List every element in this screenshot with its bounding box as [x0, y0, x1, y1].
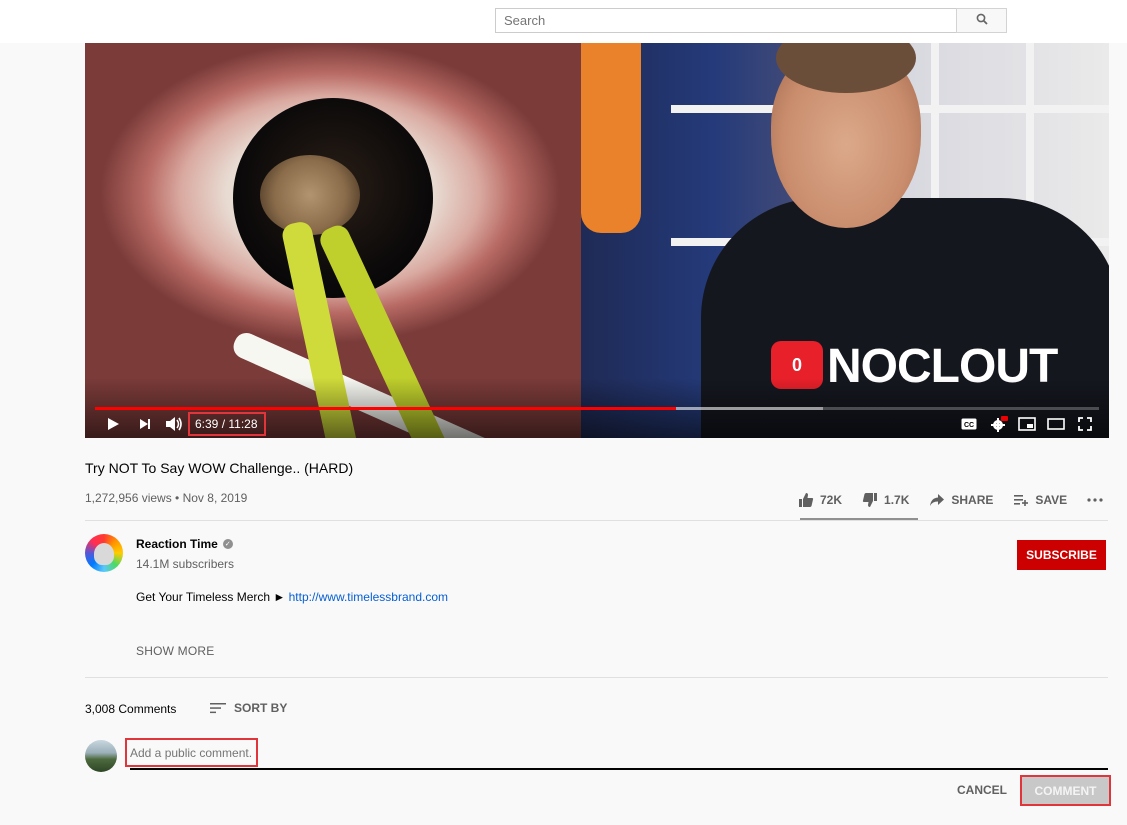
- miniplayer-icon: [1018, 417, 1036, 431]
- dislike-button[interactable]: 1.7K: [862, 492, 909, 508]
- show-more-button[interactable]: SHOW MORE: [136, 644, 214, 658]
- progress-fill: [95, 407, 677, 410]
- like-button[interactable]: 72K: [798, 492, 842, 508]
- svg-text:CC: CC: [964, 422, 974, 429]
- thumbs-down-icon: [862, 493, 878, 507]
- cancel-button[interactable]: CANCEL: [950, 777, 1014, 803]
- theater-icon: [1047, 418, 1065, 430]
- verified-icon: ✓: [222, 539, 233, 549]
- progress-bar[interactable]: [95, 407, 1099, 410]
- playlist-add-icon: [1014, 495, 1029, 506]
- search-button[interactable]: [956, 8, 1007, 33]
- subscribe-button[interactable]: SUBSCRIBE: [1017, 540, 1106, 570]
- share-label: SHARE: [951, 493, 994, 507]
- save-button[interactable]: SAVE: [1013, 493, 1067, 507]
- comment-submit-button[interactable]: COMMENT: [1020, 775, 1111, 806]
- comment-input-underline: [130, 768, 1108, 770]
- user-avatar: [85, 740, 117, 772]
- video-meta: 1,272,956 views • Nov 8, 2019: [85, 491, 248, 505]
- channel-name[interactable]: Reaction Time: [136, 537, 218, 551]
- sort-icon: [210, 703, 226, 714]
- gear-icon: [991, 416, 1008, 432]
- volume-icon: [166, 417, 182, 431]
- divider: [85, 520, 1108, 521]
- volume-button[interactable]: [163, 414, 185, 434]
- share-icon: [930, 494, 945, 506]
- save-label: SAVE: [1035, 493, 1068, 507]
- like-count: 72K: [820, 493, 843, 507]
- play-button[interactable]: [103, 414, 123, 434]
- search-icon: [976, 12, 988, 30]
- theater-button[interactable]: [1045, 414, 1067, 434]
- thumbs-up-icon: [799, 493, 814, 507]
- fullscreen-icon: [1078, 417, 1092, 431]
- time-display: 6:39 / 11:28: [188, 412, 266, 436]
- comment-input[interactable]: [125, 738, 258, 767]
- subscriber-count: 14.1M subscribers: [136, 557, 235, 571]
- search-input[interactable]: [495, 8, 956, 33]
- description-link[interactable]: http://www.timelessbrand.com: [289, 590, 448, 604]
- fullscreen-button[interactable]: [1075, 414, 1095, 434]
- search-box: [495, 8, 1007, 33]
- play-icon: [108, 418, 119, 430]
- comments-count: 3,008 Comments: [85, 702, 177, 716]
- sort-by-button[interactable]: SORT BY: [210, 701, 287, 715]
- captions-button[interactable]: CC: [960, 414, 978, 434]
- video-actions: 72K 1.7K SHARE SAVE: [798, 490, 1123, 510]
- divider: [85, 677, 1108, 678]
- channel-avatar[interactable]: [85, 534, 123, 572]
- channel-name-row: Reaction Time ✓: [136, 537, 233, 551]
- more-actions-button[interactable]: [1087, 498, 1103, 502]
- more-horizontal-icon: [1087, 498, 1103, 502]
- description-text: Get Your Timeless Merch ►: [136, 590, 289, 604]
- next-button[interactable]: [135, 414, 155, 434]
- video-title: Try NOT To Say WOW Challenge.. (HARD): [85, 460, 354, 476]
- sort-by-label: SORT BY: [234, 701, 288, 715]
- captions-icon: CC: [961, 418, 977, 430]
- miniplayer-button[interactable]: [1017, 414, 1037, 434]
- dislike-count: 1.7K: [884, 493, 910, 507]
- video-player[interactable]: 0 NOCLOUT 6:39 / 11:28 CC: [85, 43, 1109, 438]
- next-icon: [140, 419, 150, 429]
- masthead: [0, 0, 1127, 43]
- settings-button[interactable]: [988, 414, 1010, 434]
- share-button[interactable]: SHARE: [929, 493, 993, 507]
- video-description: Get Your Timeless Merch ► http://www.tim…: [136, 590, 448, 604]
